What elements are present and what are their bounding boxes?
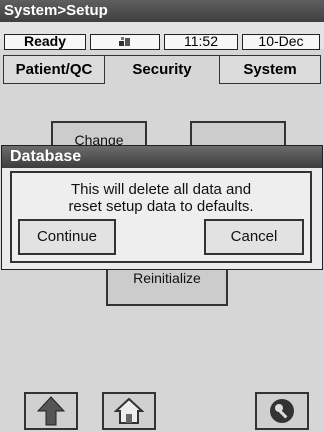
status-date: 10-Dec bbox=[242, 34, 320, 50]
status-ready: Ready bbox=[4, 34, 86, 50]
key-icon bbox=[270, 399, 294, 423]
status-bar: Ready 11:52 10-Dec bbox=[0, 22, 324, 50]
continue-button[interactable]: Continue bbox=[18, 219, 116, 255]
dialog-message-line1: This will delete all data and bbox=[70, 181, 252, 198]
tab-strip: Patient/QC Security System bbox=[0, 55, 324, 84]
key-button[interactable] bbox=[255, 392, 309, 430]
status-time: 11:52 bbox=[164, 34, 238, 50]
connection-icon bbox=[90, 34, 160, 50]
bottom-bar bbox=[0, 390, 324, 432]
tab-security[interactable]: Security bbox=[104, 55, 220, 84]
dialog-message: This will delete all data and reset setu… bbox=[12, 181, 310, 215]
tab-patient-qc[interactable]: Patient/QC bbox=[3, 55, 105, 84]
title-bar: System>Setup bbox=[0, 0, 324, 22]
reinitialize-button[interactable]: Reinitialize bbox=[106, 266, 228, 306]
home-icon bbox=[114, 397, 144, 424]
database-dialog: Database This will delete all data and r… bbox=[1, 145, 323, 270]
device-screen: System>Setup Ready 11:52 10-Dec Patient/… bbox=[0, 0, 324, 432]
dialog-title: Database bbox=[2, 146, 322, 168]
up-button[interactable] bbox=[24, 392, 78, 430]
dialog-message-line2: reset setup data to defaults. bbox=[68, 198, 254, 215]
up-arrow-icon bbox=[37, 396, 65, 426]
cancel-button[interactable]: Cancel bbox=[204, 219, 304, 255]
tab-system[interactable]: System bbox=[219, 55, 321, 84]
dialog-body: This will delete all data and reset setu… bbox=[10, 171, 312, 263]
home-button[interactable] bbox=[102, 392, 156, 430]
